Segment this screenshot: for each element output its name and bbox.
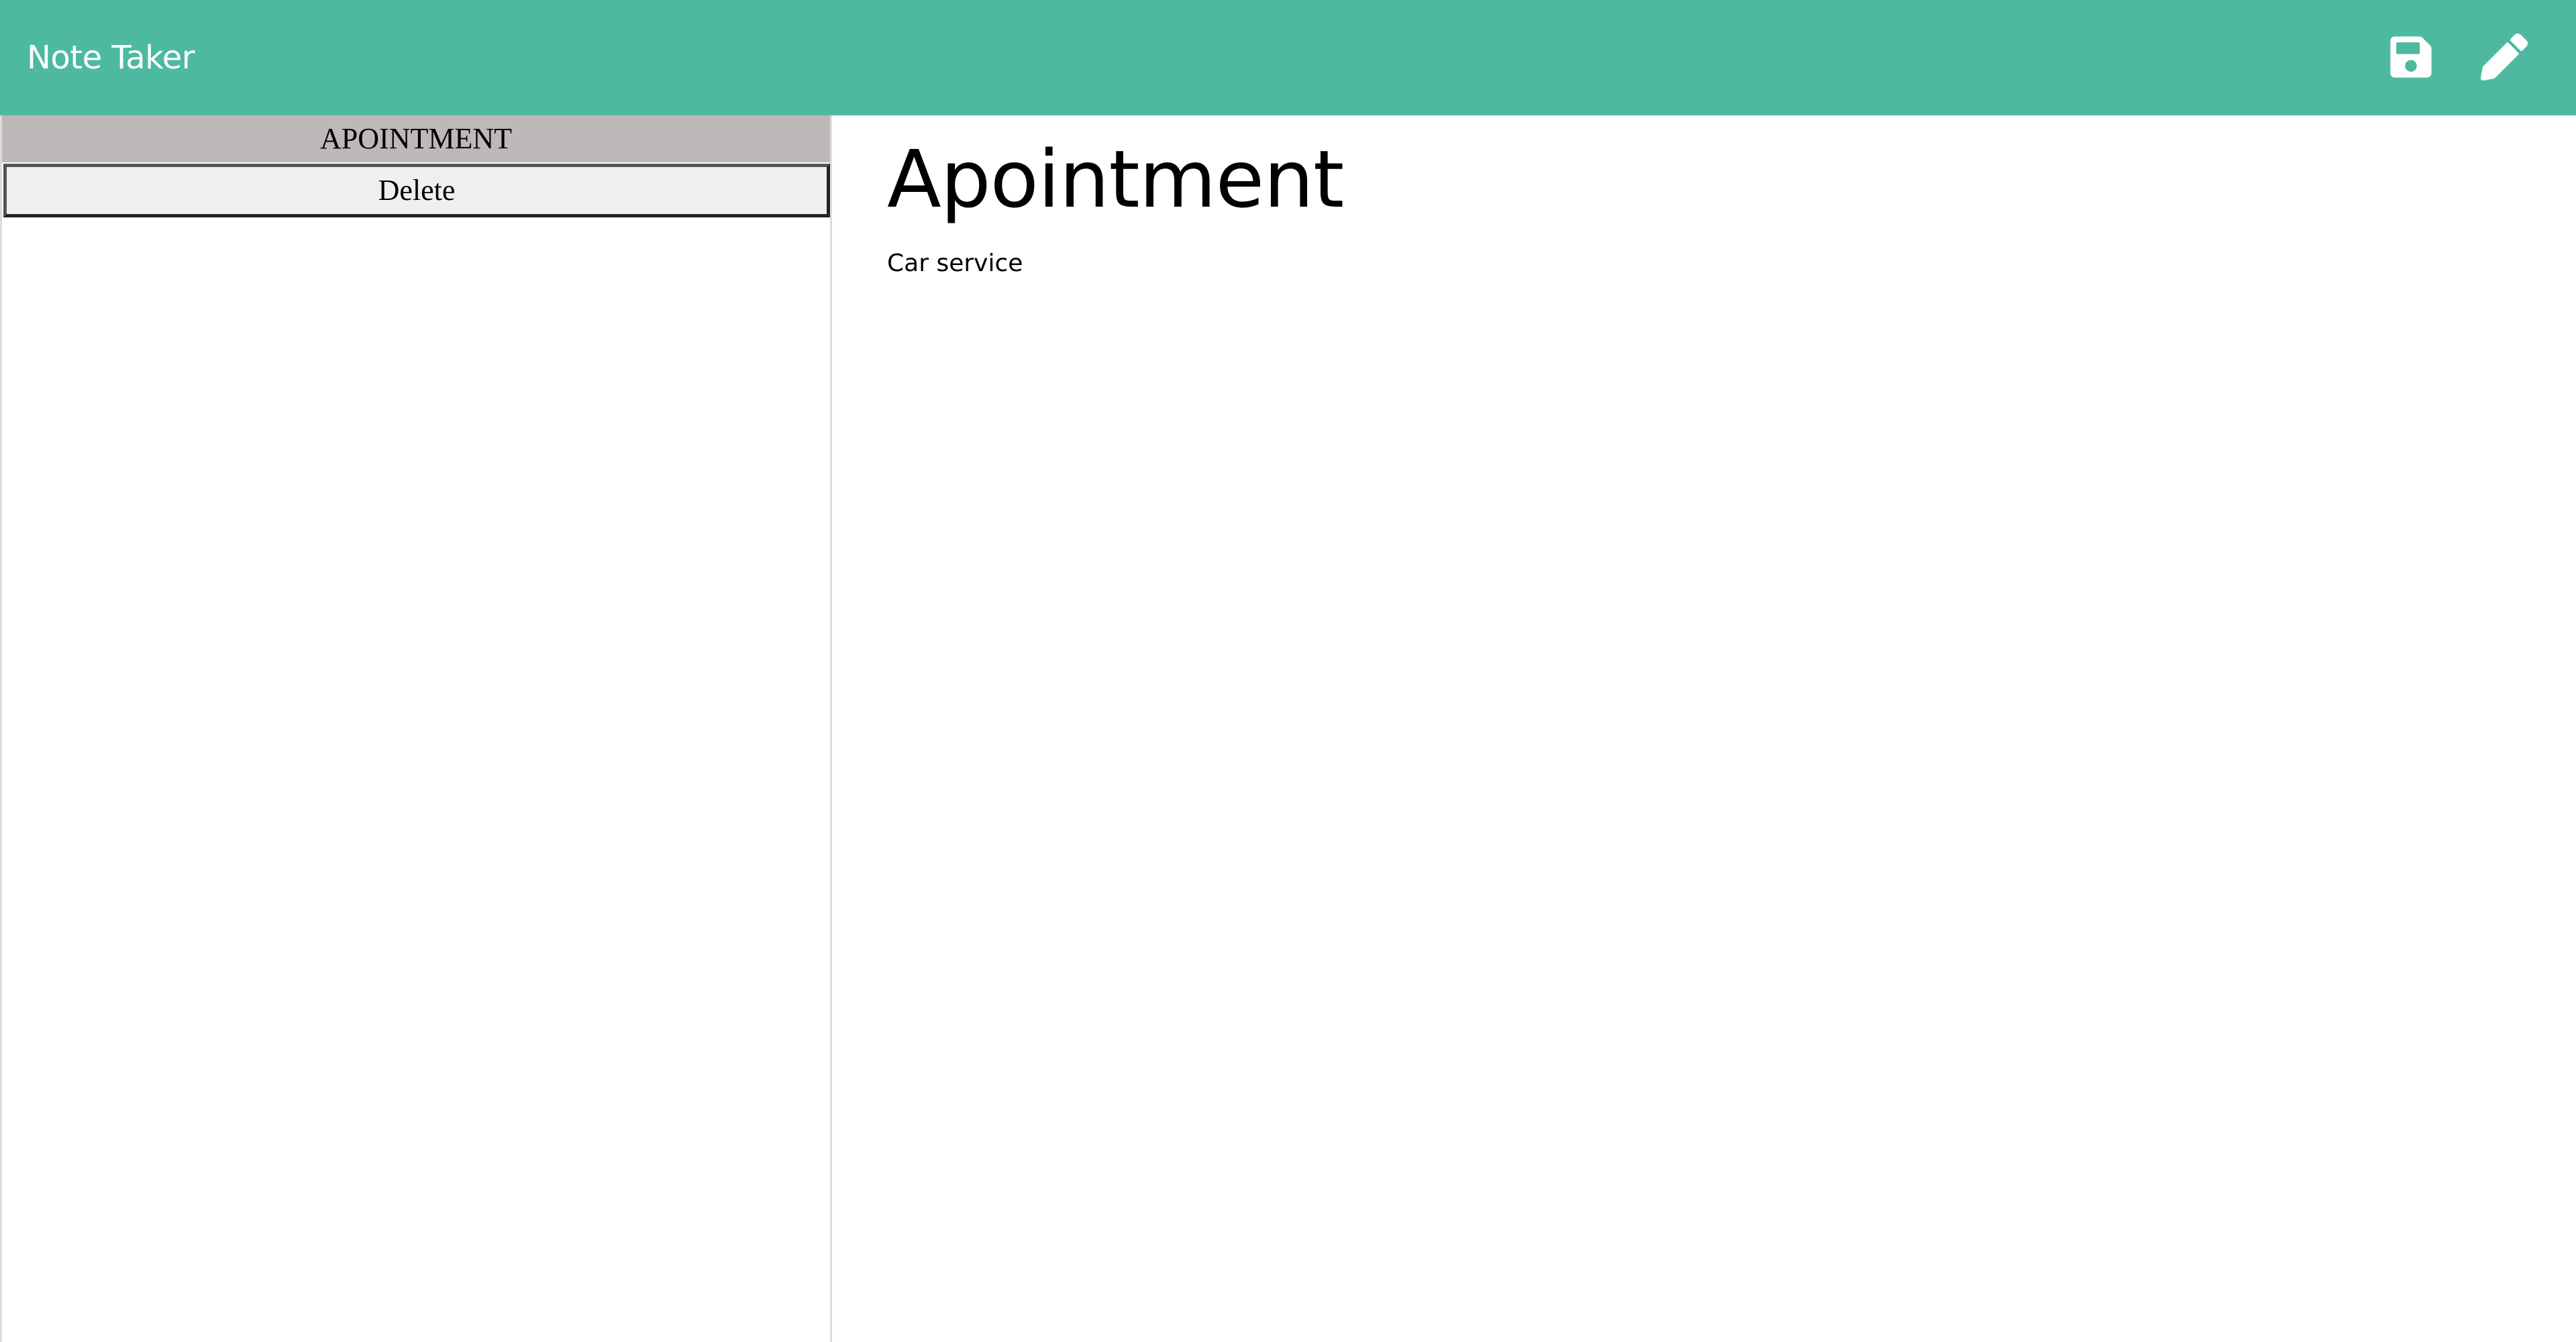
navbar: Note Taker <box>0 0 2576 115</box>
delete-note-button[interactable]: Delete <box>3 164 830 217</box>
note-editor: Apointment Car service <box>832 115 2576 1342</box>
note-list-item[interactable]: APOINTMENT <box>2 115 830 162</box>
app-title[interactable]: Note Taker <box>27 0 195 115</box>
note-title[interactable]: Apointment <box>887 129 1344 229</box>
note-text[interactable]: Car service <box>887 247 1023 280</box>
save-note-icon[interactable] <box>2387 34 2434 81</box>
pencil-icon <box>2481 34 2528 81</box>
new-note-icon[interactable] <box>2481 34 2528 81</box>
floppy-disk-icon <box>2390 36 2432 78</box>
notes-sidebar: APOINTMENT Delete <box>0 115 832 1342</box>
